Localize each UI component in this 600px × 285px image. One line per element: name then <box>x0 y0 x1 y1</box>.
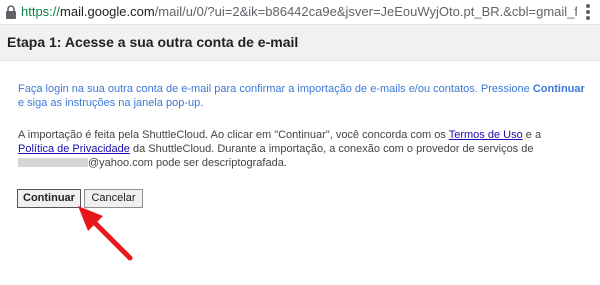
legal-text: A importação é feita pela ShuttleCloud. … <box>18 128 588 170</box>
title-bar: Etapa 1: Acesse a sua outra conta de e-m… <box>0 25 600 61</box>
annotation-arrow-icon <box>78 206 133 261</box>
privacy-policy-link[interactable]: Política de Privacidade <box>18 143 130 155</box>
legal-part1: A importação é feita pela ShuttleCloud. … <box>18 129 446 141</box>
instructions-text: Faça login na sua outra conta de e-mail … <box>18 82 588 110</box>
url-scheme: https:// <box>21 4 61 19</box>
redacted-email-username <box>18 158 88 167</box>
browser-menu-icon[interactable] <box>580 3 596 21</box>
instructions-part2: e siga as instruções na janela pop-up. <box>18 97 204 109</box>
instructions-part1: Faça login na sua outra conta de e-mail … <box>18 83 530 95</box>
page-title: Etapa 1: Acesse a sua outra conta de e-m… <box>7 34 299 50</box>
url-text: https://mail.google.com/mail/u/0/?ui=2&i… <box>21 4 577 20</box>
terms-of-use-link[interactable]: Termos de Uso <box>449 129 523 141</box>
address-bar[interactable]: https://mail.google.com/mail/u/0/?ui=2&i… <box>0 0 600 25</box>
email-suffix: @yahoo.com pode ser descriptografada. <box>88 157 287 169</box>
legal-and: e a <box>525 129 542 141</box>
lock-icon <box>6 5 16 19</box>
url-host: mail.google.com <box>60 4 155 19</box>
url-path: /mail/u/0/?ui=2&ik=b86442ca9e&jsver=JeEo… <box>154 4 577 19</box>
legal-part2: da ShuttleCloud. Durante a importação, a… <box>132 143 534 155</box>
instructions-emphasis: Continuar <box>532 83 585 95</box>
